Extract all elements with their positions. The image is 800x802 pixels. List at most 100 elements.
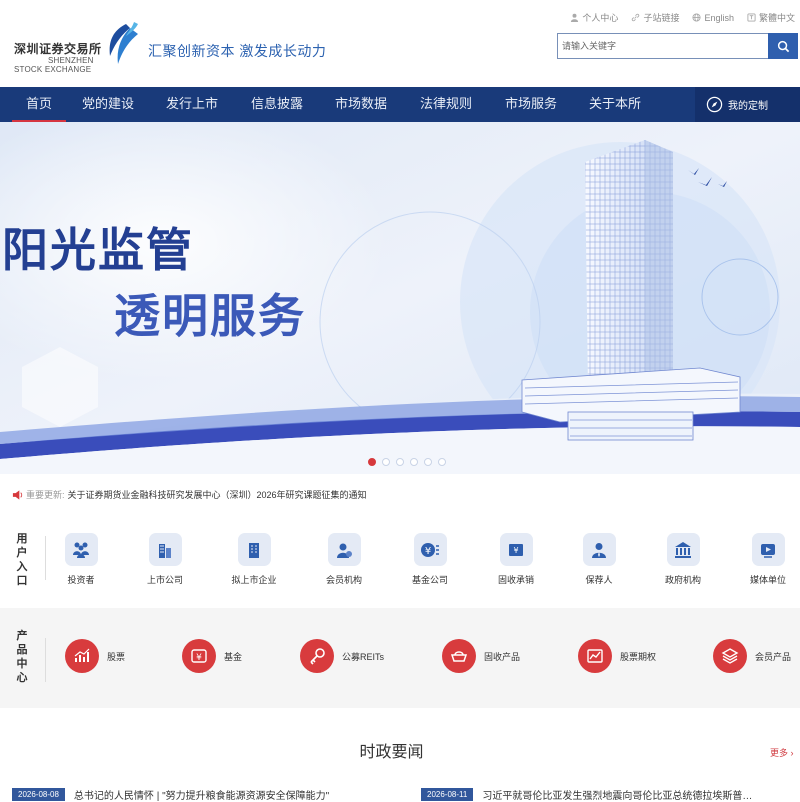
user-entry-section: 用户入口 投资者 上市公司 拟上市企业 会员机构 ¥ 基金公司 ¥ 固收承销 保…	[0, 520, 800, 608]
carousel-dot[interactable]	[396, 458, 404, 466]
logo-chinese-name: 深圳证券交易所	[14, 42, 102, 56]
user-entry-label: 保荐人	[585, 575, 613, 585]
chevron-right-icon: ›	[788, 748, 794, 758]
personal-center-link[interactable]: 个人中心	[570, 11, 618, 24]
government-icon	[666, 533, 700, 566]
search-button[interactable]	[768, 33, 798, 59]
fixed-income-underwriting-icon: ¥	[499, 533, 533, 566]
my-customization-label: 我的定制	[728, 101, 768, 112]
hero-banner[interactable]: 阳光监管 透明服务	[0, 122, 800, 474]
update-label: 重要更新:	[26, 490, 65, 500]
product-member[interactable]: 会员产品	[713, 639, 791, 673]
news-date: 2026-08-11	[421, 788, 474, 801]
nav-listing[interactable]: 发行上市	[158, 87, 226, 122]
product-label: 股票期权	[620, 651, 657, 662]
ingot-icon	[442, 639, 476, 673]
logo-english-line-1: SHENZHEN	[48, 56, 94, 65]
carousel-dot[interactable]	[438, 458, 446, 466]
carousel-dot[interactable]	[382, 458, 390, 466]
important-update-bar: 重要更新: 关于证券期货业金融科技研究发展中心（深圳）2026年研究课题征集的通…	[12, 488, 367, 501]
user-entry-label: 媒体单位	[749, 575, 786, 585]
user-entry-media[interactable]: 媒体单位	[733, 533, 800, 586]
carousel-dot[interactable]	[410, 458, 418, 466]
user-entry-fixed-income[interactable]: ¥ 固收承销	[481, 533, 551, 586]
substation-links-link[interactable]: 子站链接	[631, 11, 679, 24]
news-date: 2026-08-08	[12, 788, 65, 801]
option-chart-icon	[578, 639, 612, 673]
slogan: 汇聚创新资本 激发成长动力	[148, 43, 327, 59]
search-input[interactable]	[557, 33, 768, 59]
search-icon	[777, 40, 789, 52]
product-label: 基金	[224, 651, 243, 662]
user-entry-investor[interactable]: 投资者	[46, 533, 116, 586]
media-icon	[751, 533, 785, 566]
user-entry-government[interactable]: 政府机构	[648, 533, 718, 586]
banner-headline-2: 透明服务	[114, 290, 306, 342]
listed-company-icon	[148, 533, 182, 566]
top-links: 个人中心 子站链接 English 繁體中文	[570, 11, 795, 24]
globe-icon	[692, 13, 702, 22]
user-entry-pre-listing[interactable]: 拟上市企业	[219, 533, 289, 586]
compass-icon	[706, 96, 723, 113]
nav-about[interactable]: 关于本所	[581, 87, 649, 122]
product-reits[interactable]: 公募REITs	[300, 639, 384, 673]
user-entry-label: 拟上市企业	[231, 575, 277, 585]
product-label: 股票	[107, 651, 126, 662]
substation-links-label: 子站链接	[643, 13, 680, 23]
personal-center-label: 个人中心	[582, 13, 619, 23]
english-label: English	[704, 12, 734, 23]
english-link[interactable]: English	[692, 11, 734, 24]
user-entry-label: 政府机构	[664, 575, 701, 585]
user-entry-label: 会员机构	[325, 575, 362, 585]
nav-market-services[interactable]: 市场服务	[497, 87, 565, 122]
svg-text:¥: ¥	[196, 653, 202, 663]
product-center-title-text: 产品中心	[16, 630, 28, 684]
traditional-chinese-label: 繁體中文	[758, 13, 795, 23]
user-entry-title-text: 用户入口	[16, 533, 28, 587]
nav-home[interactable]: 首页	[12, 87, 66, 122]
user-entry-sponsor[interactable]: 保荐人	[564, 533, 634, 586]
nav-rules[interactable]: 法律规则	[412, 87, 480, 122]
nav-market-data[interactable]: 市场数据	[327, 87, 395, 122]
product-stock[interactable]: 股票	[65, 639, 125, 673]
carousel-dot[interactable]	[424, 458, 432, 466]
member-institution-icon	[327, 533, 361, 566]
user-entry-label: 上市公司	[146, 575, 183, 585]
product-fund[interactable]: ¥ 基金	[182, 639, 242, 673]
szse-logo[interactable]: 深圳证券交易所 SHENZHEN STOCK EXCHANGE	[14, 22, 139, 76]
key-icon	[300, 639, 334, 673]
user-entry-title: 用户入口	[15, 532, 29, 588]
my-customization-button[interactable]: 我的定制	[695, 87, 800, 122]
update-link[interactable]: 关于证券期货业金融科技研究发展中心（深圳）2026年研究课题征集的通知	[68, 488, 367, 501]
header: 深圳证券交易所 SHENZHEN STOCK EXCHANGE 汇聚创新资本 激…	[0, 0, 800, 87]
carousel-dots	[368, 458, 446, 466]
product-fixed-income[interactable]: 固收产品	[442, 639, 520, 673]
search-box	[557, 33, 798, 59]
product-stock-options[interactable]: 股票期权	[578, 639, 656, 673]
product-label: 会员产品	[755, 651, 792, 662]
user-entry-label: 固收承销	[497, 575, 534, 585]
divider	[45, 638, 46, 682]
user-entry-fund-company[interactable]: ¥ 基金公司	[395, 533, 465, 586]
banner-headline-1: 阳光监管	[2, 224, 194, 276]
user-entry-listed-company[interactable]: 上市公司	[130, 533, 200, 586]
user-entry-label: 基金公司	[411, 575, 448, 585]
svg-text:¥: ¥	[425, 546, 431, 557]
logo-emblem-icon	[109, 22, 138, 64]
link-icon	[632, 13, 640, 22]
logo-english-line-2: STOCK EXCHANGE	[14, 65, 92, 74]
carousel-dot[interactable]	[368, 458, 376, 466]
user-entry-label: 投资者	[67, 575, 95, 585]
fund-company-icon: ¥	[413, 533, 447, 566]
investor-icon	[64, 533, 98, 566]
nav-party-building[interactable]: 党的建设	[74, 87, 142, 122]
user-entry-member-institution[interactable]: 会员机构	[309, 533, 379, 586]
more-news-link[interactable]: 更多 ›	[770, 746, 794, 759]
traditional-chinese-link[interactable]: 繁體中文	[747, 11, 795, 24]
logo-english-name: SHENZHEN STOCK EXCHANGE	[14, 56, 94, 74]
stock-chart-icon	[65, 639, 99, 673]
nav-disclosure[interactable]: 信息披露	[243, 87, 311, 122]
product-label: 公募REITs	[342, 651, 385, 662]
news-section-title: 时政要闻	[359, 744, 424, 761]
product-label: 固收产品	[484, 651, 521, 662]
